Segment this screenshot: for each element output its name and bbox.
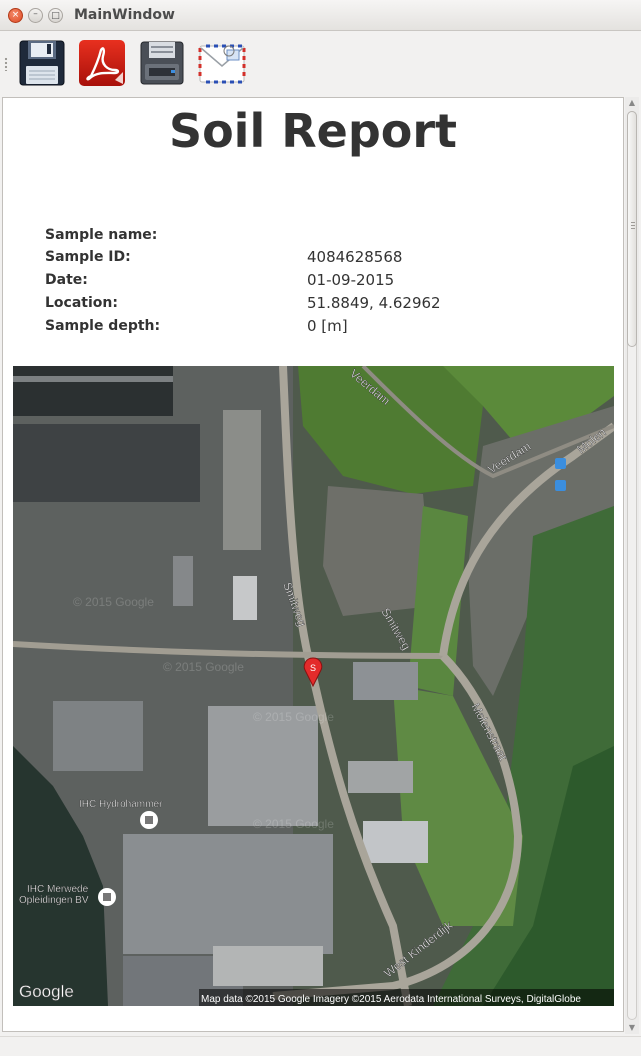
toolbar	[0, 31, 641, 95]
scroll-down-icon[interactable]: ▼	[626, 1022, 638, 1034]
minimize-window-button[interactable]: –	[28, 8, 43, 23]
close-window-button[interactable]: ×	[8, 8, 23, 23]
main-window: × – □ MainWindow Soil Report Sample name…	[0, 0, 641, 1056]
sample-marker-label: S	[310, 663, 316, 673]
export-pdf-button[interactable]	[77, 38, 127, 88]
map-watermark: © 2015 Google	[163, 660, 244, 674]
report-title: Soil Report	[168, 104, 458, 158]
google-logo[interactable]: Google	[19, 982, 74, 1001]
date-label: Date:	[45, 272, 88, 288]
sample-id-label: Sample ID:	[45, 249, 131, 265]
map-watermark: © 2015 Google	[253, 710, 334, 724]
maximize-window-button[interactable]: □	[48, 8, 63, 23]
bus-stop-icon[interactable]	[555, 458, 566, 469]
location-label: Location:	[45, 295, 118, 311]
scroll-thumb[interactable]	[627, 111, 637, 347]
title-bar[interactable]: × – □ MainWindow	[0, 0, 641, 31]
floppy-disk-icon	[19, 40, 65, 86]
vertical-scrollbar[interactable]: ▲ ▼	[625, 97, 639, 1034]
satellite-map[interactable]: © 2015 Google © 2015 Google © 2015 Googl…	[13, 366, 614, 1006]
report-view[interactable]: Soil Report Sample name: Sample ID: 4084…	[2, 97, 624, 1032]
sample-name-label: Sample name:	[45, 227, 158, 243]
window-title: MainWindow	[74, 7, 175, 23]
envelope-icon	[198, 44, 246, 84]
place-label-ihc-merwede: IHC Merwede Opleidingen BV	[19, 884, 91, 906]
toolbar-grip-handle[interactable]	[4, 57, 8, 71]
email-button[interactable]	[197, 38, 247, 88]
sample-id-value: 4084628568	[307, 248, 403, 266]
status-bar	[0, 1036, 641, 1056]
place-label-ihc-hydrohammer: IHC Hydrohammer	[79, 799, 163, 810]
print-button[interactable]	[137, 38, 187, 88]
date-value: 01-09-2015	[307, 271, 395, 289]
sample-depth-value: 0 [m]	[307, 317, 348, 335]
bus-stop-icon[interactable]	[555, 480, 566, 491]
scroll-up-icon[interactable]: ▲	[626, 97, 638, 109]
pdf-icon	[79, 40, 125, 86]
sample-depth-label: Sample depth:	[45, 318, 161, 334]
printer-icon	[140, 41, 184, 85]
save-button[interactable]	[17, 38, 67, 88]
scroll-thumb-grip	[631, 222, 635, 230]
map-attribution[interactable]: Map data ©2015 Google Imagery ©2015 Aero…	[201, 994, 581, 1005]
map-watermark: © 2015 Google	[253, 817, 334, 831]
map-watermark: © 2015 Google	[73, 595, 154, 609]
location-value: 51.8849, 4.62962	[307, 294, 441, 312]
